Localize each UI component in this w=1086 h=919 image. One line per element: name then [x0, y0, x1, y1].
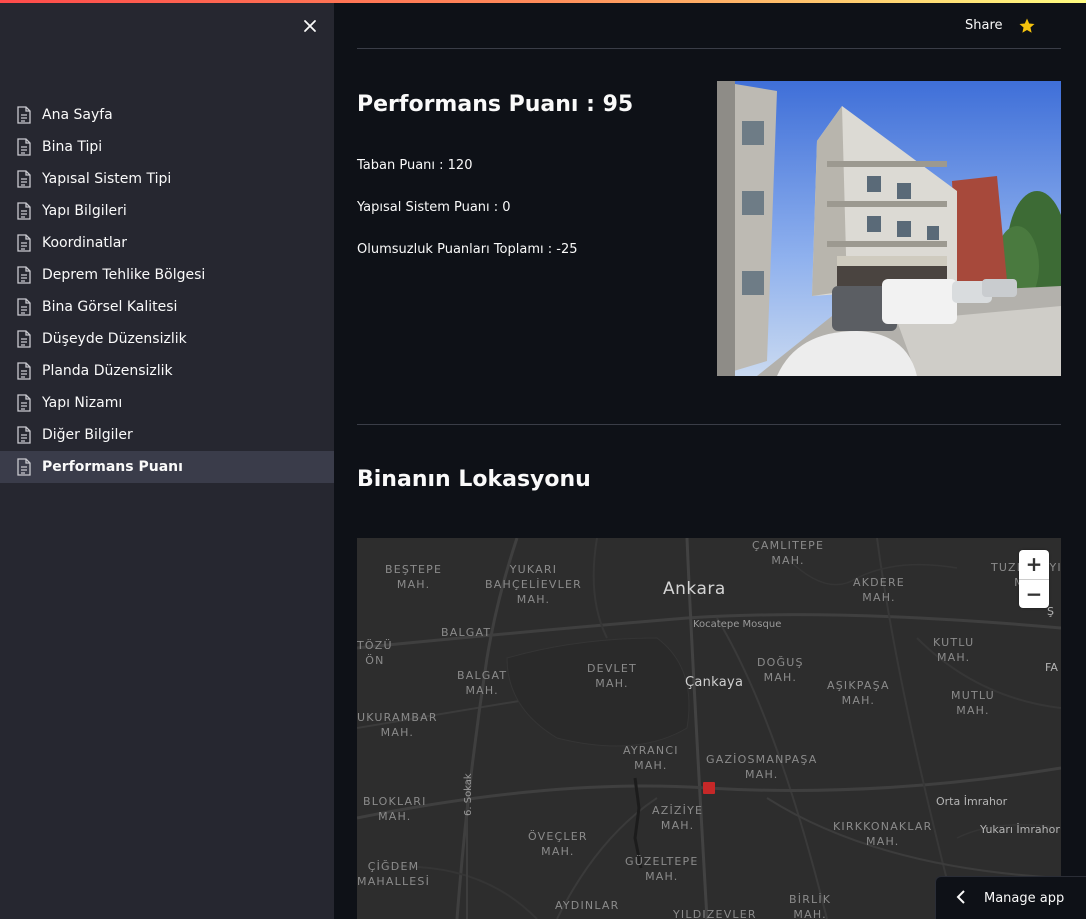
document-icon — [16, 106, 32, 124]
header-divider — [357, 48, 1061, 49]
sidebar-item[interactable]: Deprem Tehlike Bölgesi — [0, 259, 334, 291]
sidebar-item[interactable]: Diğer Bilgiler — [0, 419, 334, 451]
sidebar-item[interactable]: Bina Tipi — [0, 131, 334, 163]
star-icon[interactable] — [1018, 17, 1036, 35]
sidebar-item[interactable]: Koordinatlar — [0, 227, 334, 259]
map-edge-label: FA — [1045, 661, 1058, 674]
sidebar-item[interactable]: Düşeyde Düzensizlik — [0, 323, 334, 355]
map-area-label: YUKARI BAHÇELİEVLER MAH. — [485, 563, 582, 606]
sidebar-nav: Ana Sayfa Bina Tipi Yapısal Sistem Tipi Yap… — [0, 99, 334, 483]
map-area-label: ÖVEÇLER MAH. — [528, 830, 588, 858]
sidebar-item-label: Ana Sayfa — [42, 107, 113, 123]
map-area-label: ÇİĞDEM MAHALLESİ — [357, 860, 431, 888]
map-town-label: Orta İmrahor — [936, 795, 1008, 808]
share-button[interactable]: Share — [965, 18, 1003, 33]
section-divider — [357, 424, 1061, 425]
location-marker[interactable] — [703, 782, 715, 794]
map-area-label: DEVLET MAH. — [587, 662, 637, 690]
map-area-label: BLOKLARI MAH. — [363, 795, 427, 823]
document-icon — [16, 170, 32, 188]
sidebar-item[interactable]: Yapı Bilgileri — [0, 195, 334, 227]
map-area-label: MUTLU MAH. — [951, 689, 995, 717]
sidebar-item[interactable]: Ana Sayfa — [0, 99, 334, 131]
map-area-label: GAZİOSMANPAŞA MAH. — [706, 753, 818, 781]
map-area-label: AŞIKPAŞA MAH. — [827, 679, 890, 707]
map-area-label: GÜZELTEPE MAH. — [625, 855, 699, 883]
manage-app-button[interactable]: Manage app — [935, 876, 1086, 919]
close-sidebar-button[interactable] — [300, 16, 320, 36]
map-area-label: DOĞUŞ MAH. — [757, 656, 804, 684]
document-icon — [16, 394, 32, 412]
building-photo — [717, 81, 1061, 376]
negative-score-text: Olumsuzluk Puanları Toplamı : -25 — [357, 242, 578, 257]
map-district-label: Çankaya — [685, 675, 744, 690]
document-icon — [16, 138, 32, 156]
sidebar-item[interactable]: Yapısal Sistem Tipi — [0, 163, 334, 195]
map-street-label: 6. Sokak — [463, 773, 474, 816]
map-area-label: AKDERE MAH. — [853, 576, 905, 604]
map-area-label: BİRLİK MAH. — [789, 893, 832, 919]
sidebar: Ana Sayfa Bina Tipi Yapısal Sistem Tipi Yap… — [0, 0, 334, 919]
map-area-label: UKURAMBAR MAH. — [357, 711, 438, 739]
zoom-in-button[interactable]: + — [1019, 550, 1049, 579]
document-icon — [16, 266, 32, 284]
map-city-label: Ankara — [663, 579, 726, 599]
map-area-label: BEŞTEPE MAH. — [385, 563, 443, 591]
map-area-label: KUTLU MAH. — [933, 636, 975, 664]
manage-app-label: Manage app — [984, 890, 1065, 906]
sidebar-item-label: Performans Puanı — [42, 459, 183, 475]
document-icon — [16, 330, 32, 348]
map-area-label: BALGAT MAH. — [457, 669, 508, 697]
sidebar-item[interactable]: Planda Düzensizlik — [0, 355, 334, 387]
base-score-text: Taban Puanı : 120 — [357, 158, 473, 173]
map-poi-label: Kocatepe Mosque — [693, 619, 782, 630]
chevron-left-icon — [956, 889, 966, 908]
zoom-out-button[interactable]: − — [1019, 579, 1049, 608]
map-area-label: ÇAMLITEPE MAH. — [752, 539, 825, 567]
zoom-control: + − — [1019, 550, 1049, 608]
document-icon — [16, 458, 32, 476]
performance-title: Performans Puanı : 95 — [357, 92, 634, 117]
map-area-label: KIRKKONAKLAR MAH. — [833, 820, 933, 848]
document-icon — [16, 362, 32, 380]
map[interactable]: Ankara Kocatepe Mosque Çankaya ÇAMLITEPE… — [357, 538, 1061, 919]
sidebar-item-label: Yapısal Sistem Tipi — [42, 171, 172, 187]
document-icon — [16, 202, 32, 220]
map-town-label: Yukarı İmrahor — [980, 823, 1060, 836]
map-area-label: TÖZÜ ÖN — [357, 639, 393, 667]
location-title: Binanın Lokasyonu — [357, 467, 591, 492]
sidebar-item-label: Bina Görsel Kalitesi — [42, 299, 178, 315]
map-area-label: AYRANCI MAH. — [623, 744, 679, 772]
document-icon — [16, 298, 32, 316]
sidebar-item[interactable]: Bina Görsel Kalitesi — [0, 291, 334, 323]
sidebar-item-label: Diğer Bilgiler — [42, 427, 133, 443]
document-icon — [16, 426, 32, 444]
sidebar-item-label: Düşeyde Düzensizlik — [42, 331, 187, 347]
sidebar-item-label: Yapı Bilgileri — [42, 203, 127, 219]
top-accent-bar — [0, 0, 1086, 3]
sidebar-item-label: Bina Tipi — [42, 139, 103, 155]
map-area-label: BALGAT — [441, 626, 492, 639]
map-area-label: AYDINLAR — [555, 899, 620, 912]
sidebar-item[interactable]: Performans Puanı — [0, 451, 334, 483]
document-icon — [16, 234, 32, 252]
structural-score-text: Yapısal Sistem Puanı : 0 — [357, 200, 511, 215]
map-area-label: YILDIZEVLER — [673, 908, 757, 919]
sidebar-item[interactable]: Yapı Nizamı — [0, 387, 334, 419]
sidebar-item-label: Planda Düzensizlik — [42, 363, 173, 379]
sidebar-item-label: Koordinatlar — [42, 235, 128, 251]
sidebar-item-label: Deprem Tehlike Bölgesi — [42, 267, 206, 283]
sidebar-item-label: Yapı Nizamı — [42, 395, 123, 411]
close-icon — [304, 20, 316, 32]
map-area-label: AZİZİYE MAH. — [652, 804, 704, 832]
